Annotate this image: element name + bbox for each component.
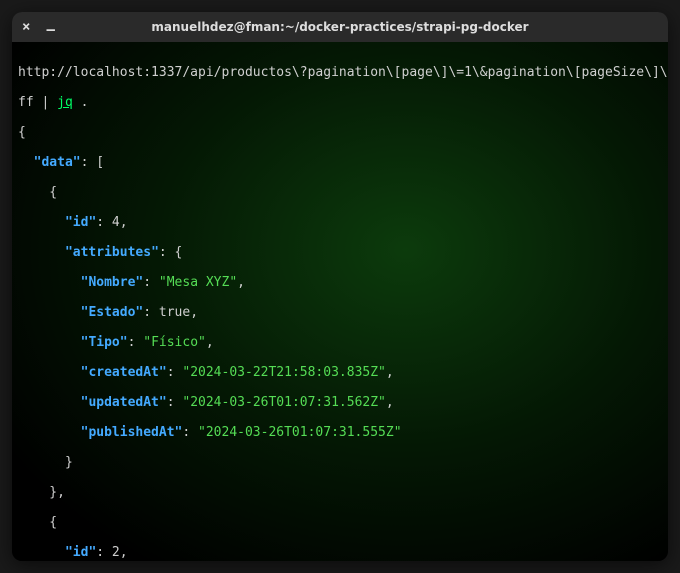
nombre-key: Nombre: [88, 275, 135, 290]
id-key: id: [73, 215, 89, 230]
estado-value: true: [159, 305, 190, 320]
attributes-key: attributes: [73, 245, 151, 260]
tipo-key: Tipo: [88, 335, 119, 350]
updatedat-key: updatedAt: [88, 395, 158, 410]
createdat-value: 2024-03-22T21:58:03.835Z: [190, 365, 378, 380]
data-key: data: [41, 155, 72, 170]
nombre-value: Mesa XYZ: [167, 275, 230, 290]
pipe: |: [34, 95, 57, 110]
jq-command: jq: [57, 95, 73, 110]
titlebar: × – manuelhdez@fman:~/docker-practices/s…: [12, 12, 668, 42]
updatedat-value: 2024-03-26T01:07:31.562Z: [190, 395, 378, 410]
publishedat-value: 2024-03-26T01:07:31.555Z: [206, 425, 394, 440]
createdat-key: createdAt: [88, 365, 158, 380]
publishedat-key: publishedAt: [88, 425, 174, 440]
minimize-icon[interactable]: –: [46, 23, 54, 37]
json-open-brace: {: [18, 125, 26, 140]
terminal-window: × – manuelhdez@fman:~/docker-practices/s…: [12, 12, 668, 561]
estado-key: Estado: [88, 305, 135, 320]
terminal-content[interactable]: http://localhost:1337/api/productos\?pag…: [12, 42, 668, 561]
tipo-value: Físico: [151, 335, 198, 350]
command-line-1: http://localhost:1337/api/productos\?pag…: [18, 65, 668, 80]
jq-dot: .: [73, 95, 89, 110]
close-icon[interactable]: ×: [22, 20, 30, 34]
command-ff: ff: [18, 95, 34, 110]
id-value: 2: [112, 545, 120, 560]
id-key: id: [73, 545, 89, 560]
id-value: 4: [112, 215, 120, 230]
window-title: manuelhdez@fman:~/docker-practices/strap…: [12, 20, 668, 34]
